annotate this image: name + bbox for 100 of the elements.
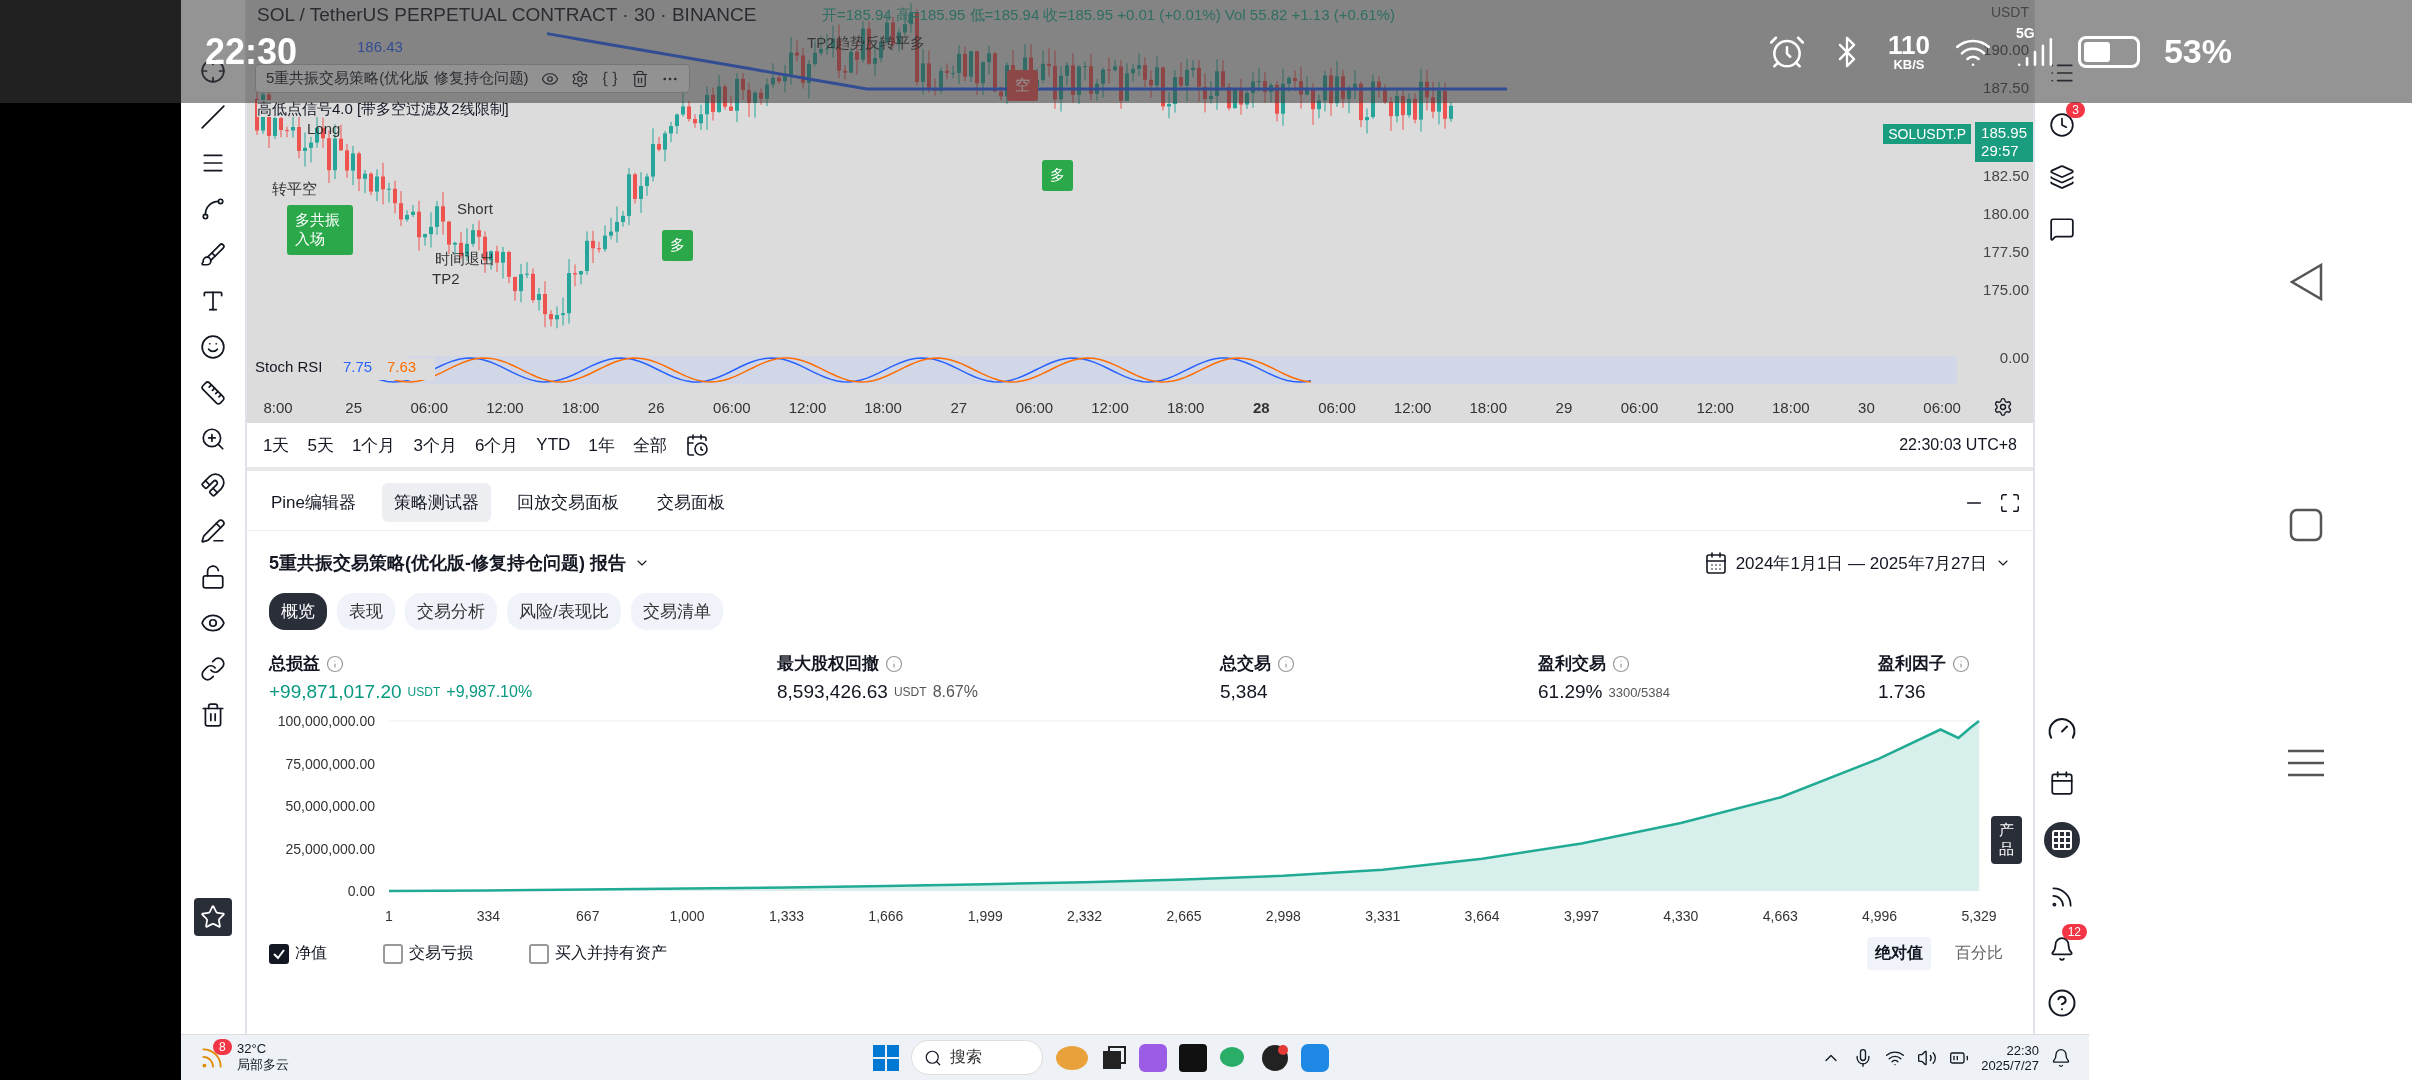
search-icon[interactable] bbox=[924, 1048, 942, 1067]
signal-label: 转平空 bbox=[272, 180, 317, 199]
mode-toggle[interactable]: 百分比 bbox=[1947, 937, 2011, 970]
x-axis-label: 1,999 bbox=[967, 908, 1003, 924]
report-tab[interactable]: 概览 bbox=[269, 593, 327, 630]
time-label: 06:00 bbox=[409, 398, 450, 416]
signal-label: Short bbox=[457, 200, 493, 219]
info-icon[interactable] bbox=[1952, 654, 1970, 673]
app-icon[interactable] bbox=[1261, 1043, 1289, 1072]
x-axis-label: 4,330 bbox=[1663, 908, 1699, 924]
range-button[interactable]: 3个月 bbox=[413, 433, 457, 457]
time-label: 29 bbox=[1554, 398, 1574, 416]
report-tab[interactable]: 交易清单 bbox=[630, 593, 723, 630]
time-label: 8:00 bbox=[262, 398, 294, 416]
delete-icon[interactable] bbox=[630, 69, 649, 88]
info-icon[interactable] bbox=[326, 654, 344, 673]
pattern-icon[interactable] bbox=[200, 196, 226, 222]
smiley-icon[interactable] bbox=[200, 334, 226, 360]
legend-label: 交易亏损 bbox=[409, 943, 473, 963]
symbol-title: SOL / TetherUS PERPETUAL CONTRACT · 30 · BINANCE bbox=[257, 4, 757, 25]
short-signal-label: 空 bbox=[1007, 70, 1038, 101]
maximize-icon[interactable] bbox=[1999, 491, 2021, 514]
price-label: 175.00 bbox=[1983, 281, 2029, 298]
link-icon[interactable] bbox=[200, 656, 226, 682]
x-axis-label: 3,331 bbox=[1365, 908, 1401, 924]
go-to-date-icon[interactable] bbox=[684, 433, 709, 457]
weather-badge: 8 bbox=[213, 1038, 232, 1055]
range-button[interactable]: 1个月 bbox=[351, 433, 396, 457]
home-icon[interactable] bbox=[2288, 508, 2323, 542]
mode-toggle[interactable]: 绝对值 bbox=[1867, 937, 1931, 970]
clock: 22:30:03 UTC+8 bbox=[1899, 436, 2017, 454]
calendar-icon[interactable] bbox=[2049, 770, 2075, 796]
report-tab[interactable]: 风险/表现比 bbox=[507, 593, 621, 630]
calendar-icon[interactable] bbox=[1703, 551, 1728, 575]
strategy-legend[interactable]: 5重共振交易策略(优化版 修复持仓问题) bbox=[255, 64, 690, 93]
chat-icon[interactable] bbox=[2049, 216, 2075, 242]
products-button[interactable] bbox=[2044, 822, 2080, 858]
range-button[interactable]: YTD bbox=[536, 435, 571, 455]
unlock-icon[interactable] bbox=[200, 564, 226, 590]
taskbar-search[interactable]: 搜索 bbox=[911, 1040, 1043, 1075]
task-view-icon[interactable] bbox=[1101, 1044, 1127, 1071]
info-icon[interactable] bbox=[885, 654, 903, 673]
time-label: 06:00 bbox=[1922, 398, 1962, 416]
metric-value: 8,593,426.63 bbox=[777, 681, 888, 703]
pencil-icon[interactable] bbox=[200, 518, 226, 544]
trash-icon[interactable] bbox=[200, 702, 226, 728]
panel-tab[interactable]: 回放交易面板 bbox=[505, 483, 632, 522]
legend-checkbox[interactable] bbox=[529, 943, 549, 964]
ticker-label: SOLUSDT.P bbox=[1883, 124, 1971, 144]
ruler-icon[interactable] bbox=[200, 380, 226, 406]
source-code-icon[interactable] bbox=[600, 69, 619, 88]
help-icon[interactable] bbox=[2047, 988, 2077, 1018]
time-label: 30 bbox=[1857, 398, 1876, 416]
star-icon bbox=[200, 904, 226, 930]
x-axis-label: 1 bbox=[385, 908, 393, 924]
time-label: 12:00 bbox=[1392, 398, 1433, 416]
grid-icon bbox=[2050, 828, 2074, 852]
back-icon[interactable] bbox=[2288, 263, 2323, 302]
settings-icon[interactable] bbox=[1992, 397, 2013, 417]
bell-icon[interactable] bbox=[2051, 1047, 2071, 1068]
notifications-badge: 12 bbox=[2061, 924, 2087, 940]
date-range[interactable]: 2024年1月1日 — 2025年7月27日 bbox=[1735, 551, 1987, 575]
magnet-icon[interactable] bbox=[200, 472, 226, 498]
windows-start-icon[interactable] bbox=[873, 1044, 899, 1071]
metric-label: 总损益 bbox=[269, 653, 320, 675]
price-label: 180.00 bbox=[1983, 205, 2029, 222]
layers-icon[interactable] bbox=[2049, 164, 2075, 190]
text-tool-icon[interactable] bbox=[200, 288, 226, 314]
bell-icon[interactable] bbox=[2049, 936, 2075, 962]
range-button[interactable]: 5天 bbox=[307, 433, 334, 457]
brush-icon[interactable] bbox=[200, 242, 226, 268]
report-tab[interactable]: 交易分析 bbox=[405, 593, 497, 630]
last-price-tag: 185.95 29:57 bbox=[1975, 122, 2033, 162]
panel-tab[interactable]: Pine编辑器 bbox=[259, 483, 369, 522]
range-button[interactable]: 1天 bbox=[263, 433, 290, 457]
info-icon[interactable] bbox=[1612, 654, 1630, 673]
zoom-in-icon[interactable] bbox=[200, 426, 226, 452]
info-icon[interactable] bbox=[1277, 654, 1295, 673]
range-button[interactable]: 全部 bbox=[632, 433, 667, 457]
panel-tab[interactable]: 交易面板 bbox=[645, 483, 738, 522]
metric-value: 61.29% bbox=[1538, 681, 1603, 703]
ohlc-readout: 开=185.94 高=185.95 低=185.94 收=185.95 +0.01 (+0.01%) Vol 55.82 +1.13 (+0.61%) bbox=[822, 6, 1395, 23]
price-label: 187.50 bbox=[1983, 79, 2029, 96]
x-axis-label: 1,333 bbox=[769, 908, 804, 924]
report-title[interactable]: 5重共振交易策略(优化版-修复持仓问题) 报告 bbox=[269, 551, 626, 575]
range-button[interactable]: 1年 bbox=[588, 433, 615, 457]
app-icon[interactable] bbox=[1179, 1043, 1207, 1072]
legend-checkbox[interactable] bbox=[269, 943, 289, 964]
trend-line-icon[interactable] bbox=[200, 104, 226, 130]
legend-checkbox[interactable] bbox=[383, 943, 403, 964]
metric-label: 最大股权回撤 bbox=[777, 653, 879, 675]
range-button[interactable]: 6个月 bbox=[474, 433, 519, 457]
panel-tab[interactable]: 策略测试器 bbox=[382, 483, 492, 522]
metric-value: +99,871,017.20 bbox=[269, 681, 402, 703]
menu-icon[interactable] bbox=[2287, 748, 2324, 777]
favorites-button[interactable] bbox=[194, 898, 232, 936]
alerts-clock-icon[interactable] bbox=[2049, 112, 2075, 138]
report-tab[interactable]: 表现 bbox=[337, 593, 395, 630]
time-label: 18:00 bbox=[1771, 398, 1811, 416]
x-axis-label: 2,665 bbox=[1166, 908, 1202, 924]
